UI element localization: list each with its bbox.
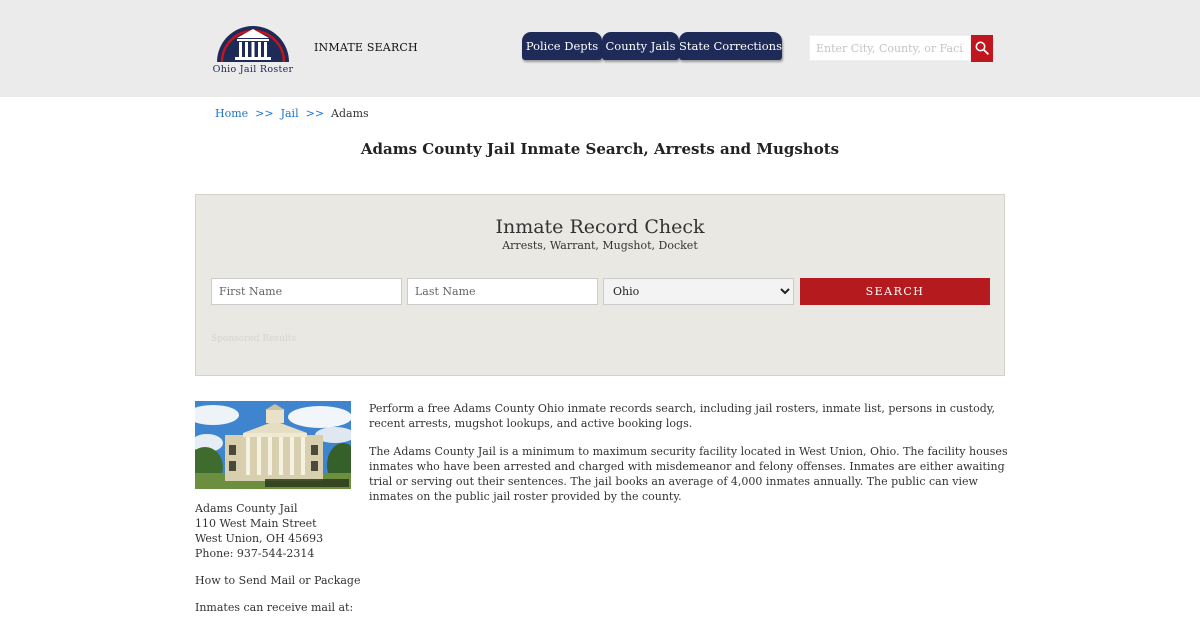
facility-city-state-zip: West Union, OH 45693 xyxy=(195,532,324,545)
mail-heading: How to Send Mail or Package xyxy=(195,574,361,587)
state-select[interactable]: Ohio xyxy=(603,278,794,305)
breadcrumb-current: Adams xyxy=(331,107,369,120)
sponsored-results-label: Sponsored Results xyxy=(211,334,297,344)
facility-address: Adams County Jail 110 West Main Street W… xyxy=(195,501,323,561)
courthouse-logo-icon xyxy=(217,26,289,63)
search-icon xyxy=(975,41,989,55)
facility-search-input[interactable] xyxy=(809,35,971,61)
mail-note: Inmates can receive mail at: xyxy=(195,601,354,614)
facility-street: 110 West Main Street xyxy=(195,517,317,530)
logo-text: Ohio Jail Roster xyxy=(212,64,294,75)
facility-phone: Phone: 937-544-2314 xyxy=(195,547,315,560)
page-title: Adams County Jail Inmate Search, Arrests… xyxy=(360,140,840,158)
breadcrumb-home[interactable]: Home xyxy=(215,107,248,120)
facility-name: Adams County Jail xyxy=(195,502,298,515)
intro-paragraph-1: Perform a free Adams County Ohio inmate … xyxy=(369,402,996,430)
nav-tab-police-depts[interactable]: Police Depts xyxy=(522,32,602,60)
panel-subtitle: Arrests, Warrant, Mugshot, Docket xyxy=(502,239,698,252)
inmate-search-link[interactable]: INMATE SEARCH xyxy=(314,41,418,54)
site-header: Ohio Jail Roster INMATE SEARCH Police De… xyxy=(0,0,1200,97)
nav-tab-county-jails[interactable]: County Jails xyxy=(602,32,679,60)
site-logo[interactable]: Ohio Jail Roster xyxy=(207,20,299,80)
intro-paragraph-2: The Adams County Jail is a minimum to ma… xyxy=(369,445,1008,503)
breadcrumb-separator: >> xyxy=(305,107,325,120)
breadcrumb-jail[interactable]: Jail xyxy=(281,107,299,120)
breadcrumb-separator: >> xyxy=(255,107,274,120)
intro-text: Perform a free Adams County Ohio inmate … xyxy=(369,401,1009,504)
breadcrumb: Home >> Jail >> Adams xyxy=(215,107,369,120)
panel-title: Inmate Record Check xyxy=(495,216,705,238)
nav-tab-state-corrections[interactable]: State Corrections xyxy=(679,32,782,60)
facility-photo xyxy=(195,401,351,489)
record-check-panel: Inmate Record Check Arrests, Warrant, Mu… xyxy=(195,194,1005,376)
first-name-field[interactable] xyxy=(211,278,402,305)
record-search-button[interactable]: SEARCH xyxy=(800,278,990,305)
facility-search-button[interactable] xyxy=(971,35,993,62)
last-name-field[interactable] xyxy=(407,278,598,305)
